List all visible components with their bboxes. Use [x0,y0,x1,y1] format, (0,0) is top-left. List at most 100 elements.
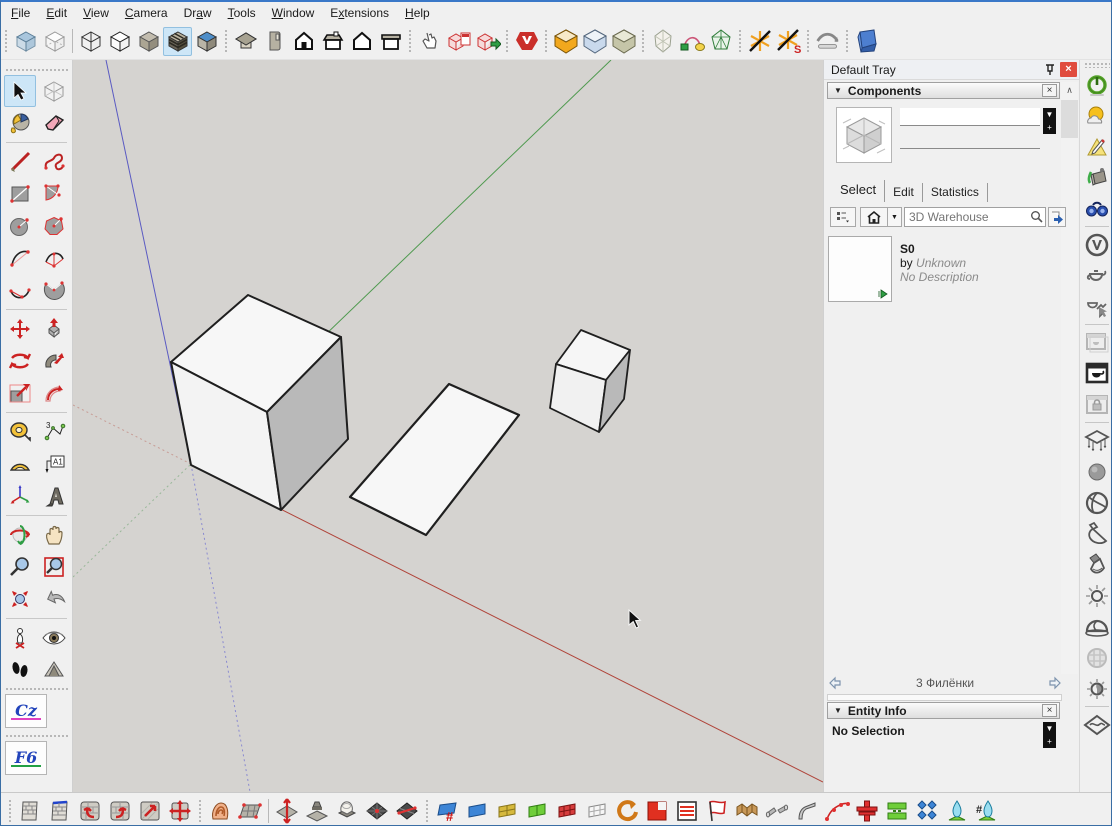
quad-hash-icon[interactable]: # [432,796,462,826]
tab-select[interactable]: Select [832,180,885,202]
terrain-from-scratch-icon[interactable] [235,796,265,826]
hidden-line-style-icon[interactable] [105,27,134,56]
smoove-icon[interactable] [272,796,302,826]
menu-camera[interactable]: Camera [117,4,176,22]
teapot-render-icon[interactable] [1082,260,1112,291]
look-around-tool[interactable] [38,622,70,654]
binoculars-icon[interactable] [1082,193,1112,224]
plane-table-icon[interactable] [1082,425,1112,456]
toolbar-grip[interactable] [5,687,68,692]
dimension-tool[interactable]: 3 [38,416,70,448]
scale-tool[interactable] [4,377,36,409]
section-plane-tool[interactable] [38,654,70,686]
view-top-icon[interactable] [260,27,289,56]
frame-buffer-active-icon[interactable] [1082,358,1112,389]
orbit-tool[interactable] [4,519,36,551]
toolbar-grip[interactable] [640,28,646,54]
water-drop-icon[interactable] [942,796,972,826]
search-icon[interactable] [1030,210,1043,223]
tray-close-button[interactable]: × [1060,62,1077,77]
vray-ring-icon[interactable] [1082,229,1112,260]
line-tool[interactable] [4,146,36,178]
toolbar-grip[interactable] [543,28,549,54]
water-drop-hash-icon[interactable]: # [972,796,1002,826]
toolbar-grip[interactable] [5,68,68,73]
texture-page-icon[interactable] [15,796,45,826]
terrain-from-contours-icon[interactable] [205,796,235,826]
eraser-tool[interactable] [38,107,70,139]
subdivide-gem-icon[interactable] [706,27,735,56]
wireframe-style-icon[interactable] [76,27,105,56]
sun-cloud-icon[interactable] [1082,100,1112,131]
back-edges-style-icon[interactable] [40,27,69,56]
rotated-rectangle-tool[interactable] [38,178,70,210]
view-in-model-button[interactable] [1048,207,1066,227]
mesh-plane-icon[interactable] [1082,709,1112,740]
collapse-icon[interactable]: ▼ [834,86,842,95]
monochrome-style-icon[interactable] [192,27,221,56]
wall-zigzag-icon[interactable] [732,796,762,826]
follow-me-tool[interactable] [38,345,70,377]
texture-rotate-right-icon[interactable] [105,796,135,826]
toolbar-grip[interactable] [844,28,850,54]
plugin-button-f6[interactable]: F6 [5,741,47,775]
position-camera-tool[interactable] [4,622,36,654]
toolbar-grip[interactable] [504,28,510,54]
green-split-icon[interactable] [882,796,912,826]
plugin-button-cz[interactable]: Cz [5,694,47,728]
frame-buffer-icon[interactable] [1082,327,1112,358]
make-component-tool[interactable] [38,75,70,107]
view-right-icon[interactable] [318,27,347,56]
zoom-window-tool[interactable] [38,551,70,583]
toolbar-grip[interactable] [737,28,743,54]
component-description-field[interactable] [900,148,1040,184]
quad-yellow-icon[interactable] [492,796,522,826]
toolbar-grip[interactable] [7,798,13,824]
menu-extensions[interactable]: Extensions [322,4,397,22]
tab-edit[interactable]: Edit [885,183,923,202]
next-page-icon[interactable] [1047,676,1062,690]
text-tool[interactable]: A1 [38,448,70,480]
toolbar-grip[interactable] [424,798,430,824]
axes-tool[interactable] [4,480,36,512]
view-back-icon[interactable] [347,27,376,56]
purge-s-icon[interactable]: S [774,27,803,56]
components-hscrollbar[interactable] [827,694,1062,701]
polygon-tool[interactable] [38,210,70,242]
zoom-tool[interactable] [4,551,36,583]
corner-bevel-icon[interactable] [609,27,638,56]
ies-light-icon[interactable] [1082,549,1112,580]
entity-details-toggle[interactable]: ▼ + [1043,722,1056,748]
sphere-light-icon[interactable] [1082,673,1112,704]
wire-sphere-icon[interactable] [1082,487,1112,518]
vray-logo-icon[interactable] [512,27,541,56]
bent-profile-icon[interactable] [792,796,822,826]
view-options-button[interactable] [830,207,856,227]
circle-tool[interactable] [4,210,36,242]
warehouse-search-input[interactable] [904,207,1046,227]
drape-icon[interactable] [332,796,362,826]
stamp-icon[interactable] [302,796,332,826]
shaded-with-textures-style-icon[interactable] [163,27,192,56]
components-header[interactable]: ▼ Components × [827,82,1060,99]
rectangle-tool[interactable] [4,178,36,210]
toolbar-grip[interactable] [223,28,229,54]
tray-scrollbar[interactable]: ∧ [1061,82,1078,674]
red-cross-icon[interactable] [852,796,882,826]
toolbar-grip[interactable] [5,734,68,739]
two-point-arc-tool[interactable] [38,242,70,274]
globe-light-icon[interactable] [1082,642,1112,673]
red-corner-icon[interactable] [642,796,672,826]
pin-icon[interactable] [1041,62,1058,77]
interactive-render-icon[interactable] [1082,291,1112,322]
omni-light-icon[interactable] [1082,580,1112,611]
corner-sharp-icon[interactable] [580,27,609,56]
home-button[interactable] [860,207,888,227]
toolbar-grip[interactable] [1084,62,1110,68]
sketch-note-icon[interactable] [1082,131,1112,162]
offset-tool[interactable] [38,377,70,409]
prev-page-icon[interactable] [828,676,843,690]
menu-view[interactable]: View [75,4,117,22]
pipe-joint-icon[interactable] [762,796,792,826]
pour-paint-icon[interactable] [1082,162,1112,193]
